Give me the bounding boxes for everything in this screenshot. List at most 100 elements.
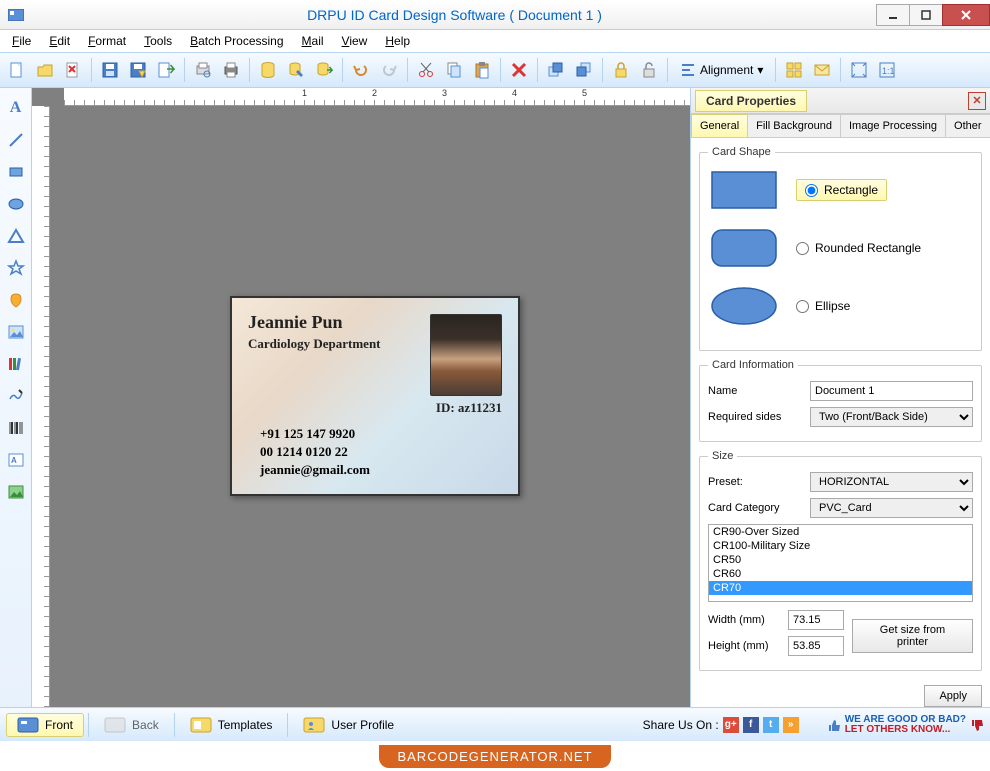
close-window-button[interactable] bbox=[942, 4, 990, 26]
menu-help[interactable]: Help bbox=[379, 32, 416, 50]
list-item[interactable]: CR90-Over Sized bbox=[709, 525, 972, 539]
apply-button[interactable]: Apply bbox=[924, 685, 982, 707]
front-tab-button[interactable]: Front bbox=[6, 713, 84, 737]
send-back-button[interactable] bbox=[571, 57, 597, 83]
save-button[interactable] bbox=[97, 57, 123, 83]
rectangle-tool[interactable] bbox=[4, 160, 28, 184]
rounded-rectangle-preview-icon bbox=[708, 226, 780, 270]
menu-format[interactable]: Format bbox=[82, 32, 132, 50]
menu-file[interactable]: File bbox=[6, 32, 37, 50]
mail-button[interactable] bbox=[809, 57, 835, 83]
menu-tools[interactable]: Tools bbox=[138, 32, 178, 50]
rounded-rectangle-radio[interactable]: Rounded Rectangle bbox=[796, 241, 921, 255]
lock-button[interactable] bbox=[608, 57, 634, 83]
menu-view[interactable]: View bbox=[336, 32, 374, 50]
category-select[interactable]: PVC_Card bbox=[810, 498, 973, 518]
name-label: Name bbox=[708, 385, 804, 397]
height-input[interactable] bbox=[788, 636, 844, 656]
card-phone1[interactable]: +91 125 147 9920 bbox=[260, 426, 355, 442]
card-size-list[interactable]: CR90-Over SizedCR100-Military SizeCR50CR… bbox=[708, 524, 973, 602]
user-profile-button[interactable]: User Profile bbox=[292, 713, 405, 737]
picture-tool[interactable] bbox=[4, 480, 28, 504]
maximize-button[interactable] bbox=[909, 4, 943, 26]
sides-label: Required sides bbox=[708, 411, 804, 423]
grid-button[interactable] bbox=[781, 57, 807, 83]
tab-general[interactable]: General bbox=[691, 114, 748, 137]
custom-shape-tool[interactable] bbox=[4, 288, 28, 312]
card-department[interactable]: Cardiology Department bbox=[248, 336, 381, 352]
thumb-down-icon[interactable] bbox=[970, 718, 984, 732]
signature-tool[interactable] bbox=[4, 384, 28, 408]
fit-button[interactable] bbox=[846, 57, 872, 83]
size-group: Size Preset: HORIZONTAL Card Category PV… bbox=[699, 450, 982, 671]
database-button[interactable] bbox=[255, 57, 281, 83]
alignment-dropdown[interactable]: Alignment ▾ bbox=[673, 57, 770, 83]
ellipse-radio[interactable]: Ellipse bbox=[796, 299, 850, 313]
delete-button[interactable] bbox=[506, 57, 532, 83]
ellipse-tool[interactable] bbox=[4, 192, 28, 216]
database-edit-button[interactable] bbox=[283, 57, 309, 83]
templates-button[interactable]: Templates bbox=[179, 713, 284, 737]
bring-front-button[interactable] bbox=[543, 57, 569, 83]
width-label: Width (mm) bbox=[708, 614, 782, 626]
card-name[interactable]: Jeannie Pun bbox=[248, 312, 343, 333]
undo-button[interactable] bbox=[348, 57, 374, 83]
preset-select[interactable]: HORIZONTAL bbox=[810, 472, 973, 492]
card-id[interactable]: ID: az11231 bbox=[436, 400, 502, 416]
text-tool[interactable]: A bbox=[4, 96, 28, 120]
canvas-area[interactable]: 1 2 3 4 5 Jeannie Pun Cardiology Departm… bbox=[32, 88, 690, 707]
feedback-link[interactable]: WE ARE GOOD OR BAD? LET OTHERS KNOW... bbox=[845, 715, 966, 735]
id-card[interactable]: Jeannie Pun Cardiology Department ID: az… bbox=[230, 296, 520, 496]
card-email[interactable]: jeannie@gmail.com bbox=[260, 462, 370, 478]
twitter-icon[interactable]: t bbox=[763, 717, 779, 733]
triangle-tool[interactable] bbox=[4, 224, 28, 248]
redo-button[interactable] bbox=[376, 57, 402, 83]
tab-image-processing[interactable]: Image Processing bbox=[840, 114, 946, 137]
star-tool[interactable] bbox=[4, 256, 28, 280]
open-button[interactable] bbox=[32, 57, 58, 83]
cut-button[interactable] bbox=[413, 57, 439, 83]
card-phone2[interactable]: 00 1214 0120 22 bbox=[260, 444, 348, 460]
image-tool[interactable] bbox=[4, 320, 28, 344]
paste-button[interactable] bbox=[469, 57, 495, 83]
back-tab-button[interactable]: Back bbox=[93, 713, 170, 737]
print-preview-button[interactable] bbox=[190, 57, 216, 83]
library-tool[interactable] bbox=[4, 352, 28, 376]
new-button[interactable] bbox=[4, 57, 30, 83]
delete-file-button[interactable] bbox=[60, 57, 86, 83]
rss-icon[interactable]: » bbox=[783, 717, 799, 733]
database-export-button[interactable] bbox=[311, 57, 337, 83]
minimize-button[interactable] bbox=[876, 4, 910, 26]
menu-mail[interactable]: Mail bbox=[296, 32, 330, 50]
get-size-from-printer-button[interactable]: Get size from printer bbox=[852, 619, 973, 653]
export-button[interactable] bbox=[153, 57, 179, 83]
tab-other[interactable]: Other bbox=[945, 114, 990, 137]
menu-batch-processing[interactable]: Batch Processing bbox=[184, 32, 289, 50]
width-input[interactable] bbox=[788, 610, 844, 630]
sides-select[interactable]: Two (Front/Back Side) bbox=[810, 407, 973, 427]
rectangle-radio[interactable]: Rectangle bbox=[796, 179, 887, 201]
watermark-tool[interactable]: A bbox=[4, 448, 28, 472]
copy-button[interactable] bbox=[441, 57, 467, 83]
barcode-tool[interactable] bbox=[4, 416, 28, 440]
google-plus-icon[interactable]: g+ bbox=[723, 717, 739, 733]
close-panel-button[interactable]: ✕ bbox=[968, 92, 986, 110]
unlock-button[interactable] bbox=[636, 57, 662, 83]
name-input[interactable] bbox=[810, 381, 973, 401]
rectangle-preview-icon bbox=[708, 168, 780, 212]
save-as-button[interactable] bbox=[125, 57, 151, 83]
properties-panel: Card Properties ✕ GeneralFill Background… bbox=[690, 88, 990, 707]
category-label: Card Category bbox=[708, 502, 804, 514]
thumb-up-icon[interactable] bbox=[827, 718, 841, 732]
line-tool[interactable] bbox=[4, 128, 28, 152]
list-item[interactable]: CR100-Military Size bbox=[709, 539, 972, 553]
menu-edit[interactable]: Edit bbox=[43, 32, 76, 50]
tab-fill-background[interactable]: Fill Background bbox=[747, 114, 841, 137]
list-item[interactable]: CR60 bbox=[709, 567, 972, 581]
facebook-icon[interactable]: f bbox=[743, 717, 759, 733]
actual-size-button[interactable]: 1:1 bbox=[874, 57, 900, 83]
print-button[interactable] bbox=[218, 57, 244, 83]
card-photo[interactable] bbox=[430, 314, 502, 396]
list-item[interactable]: CR70 bbox=[709, 581, 972, 595]
list-item[interactable]: CR50 bbox=[709, 553, 972, 567]
